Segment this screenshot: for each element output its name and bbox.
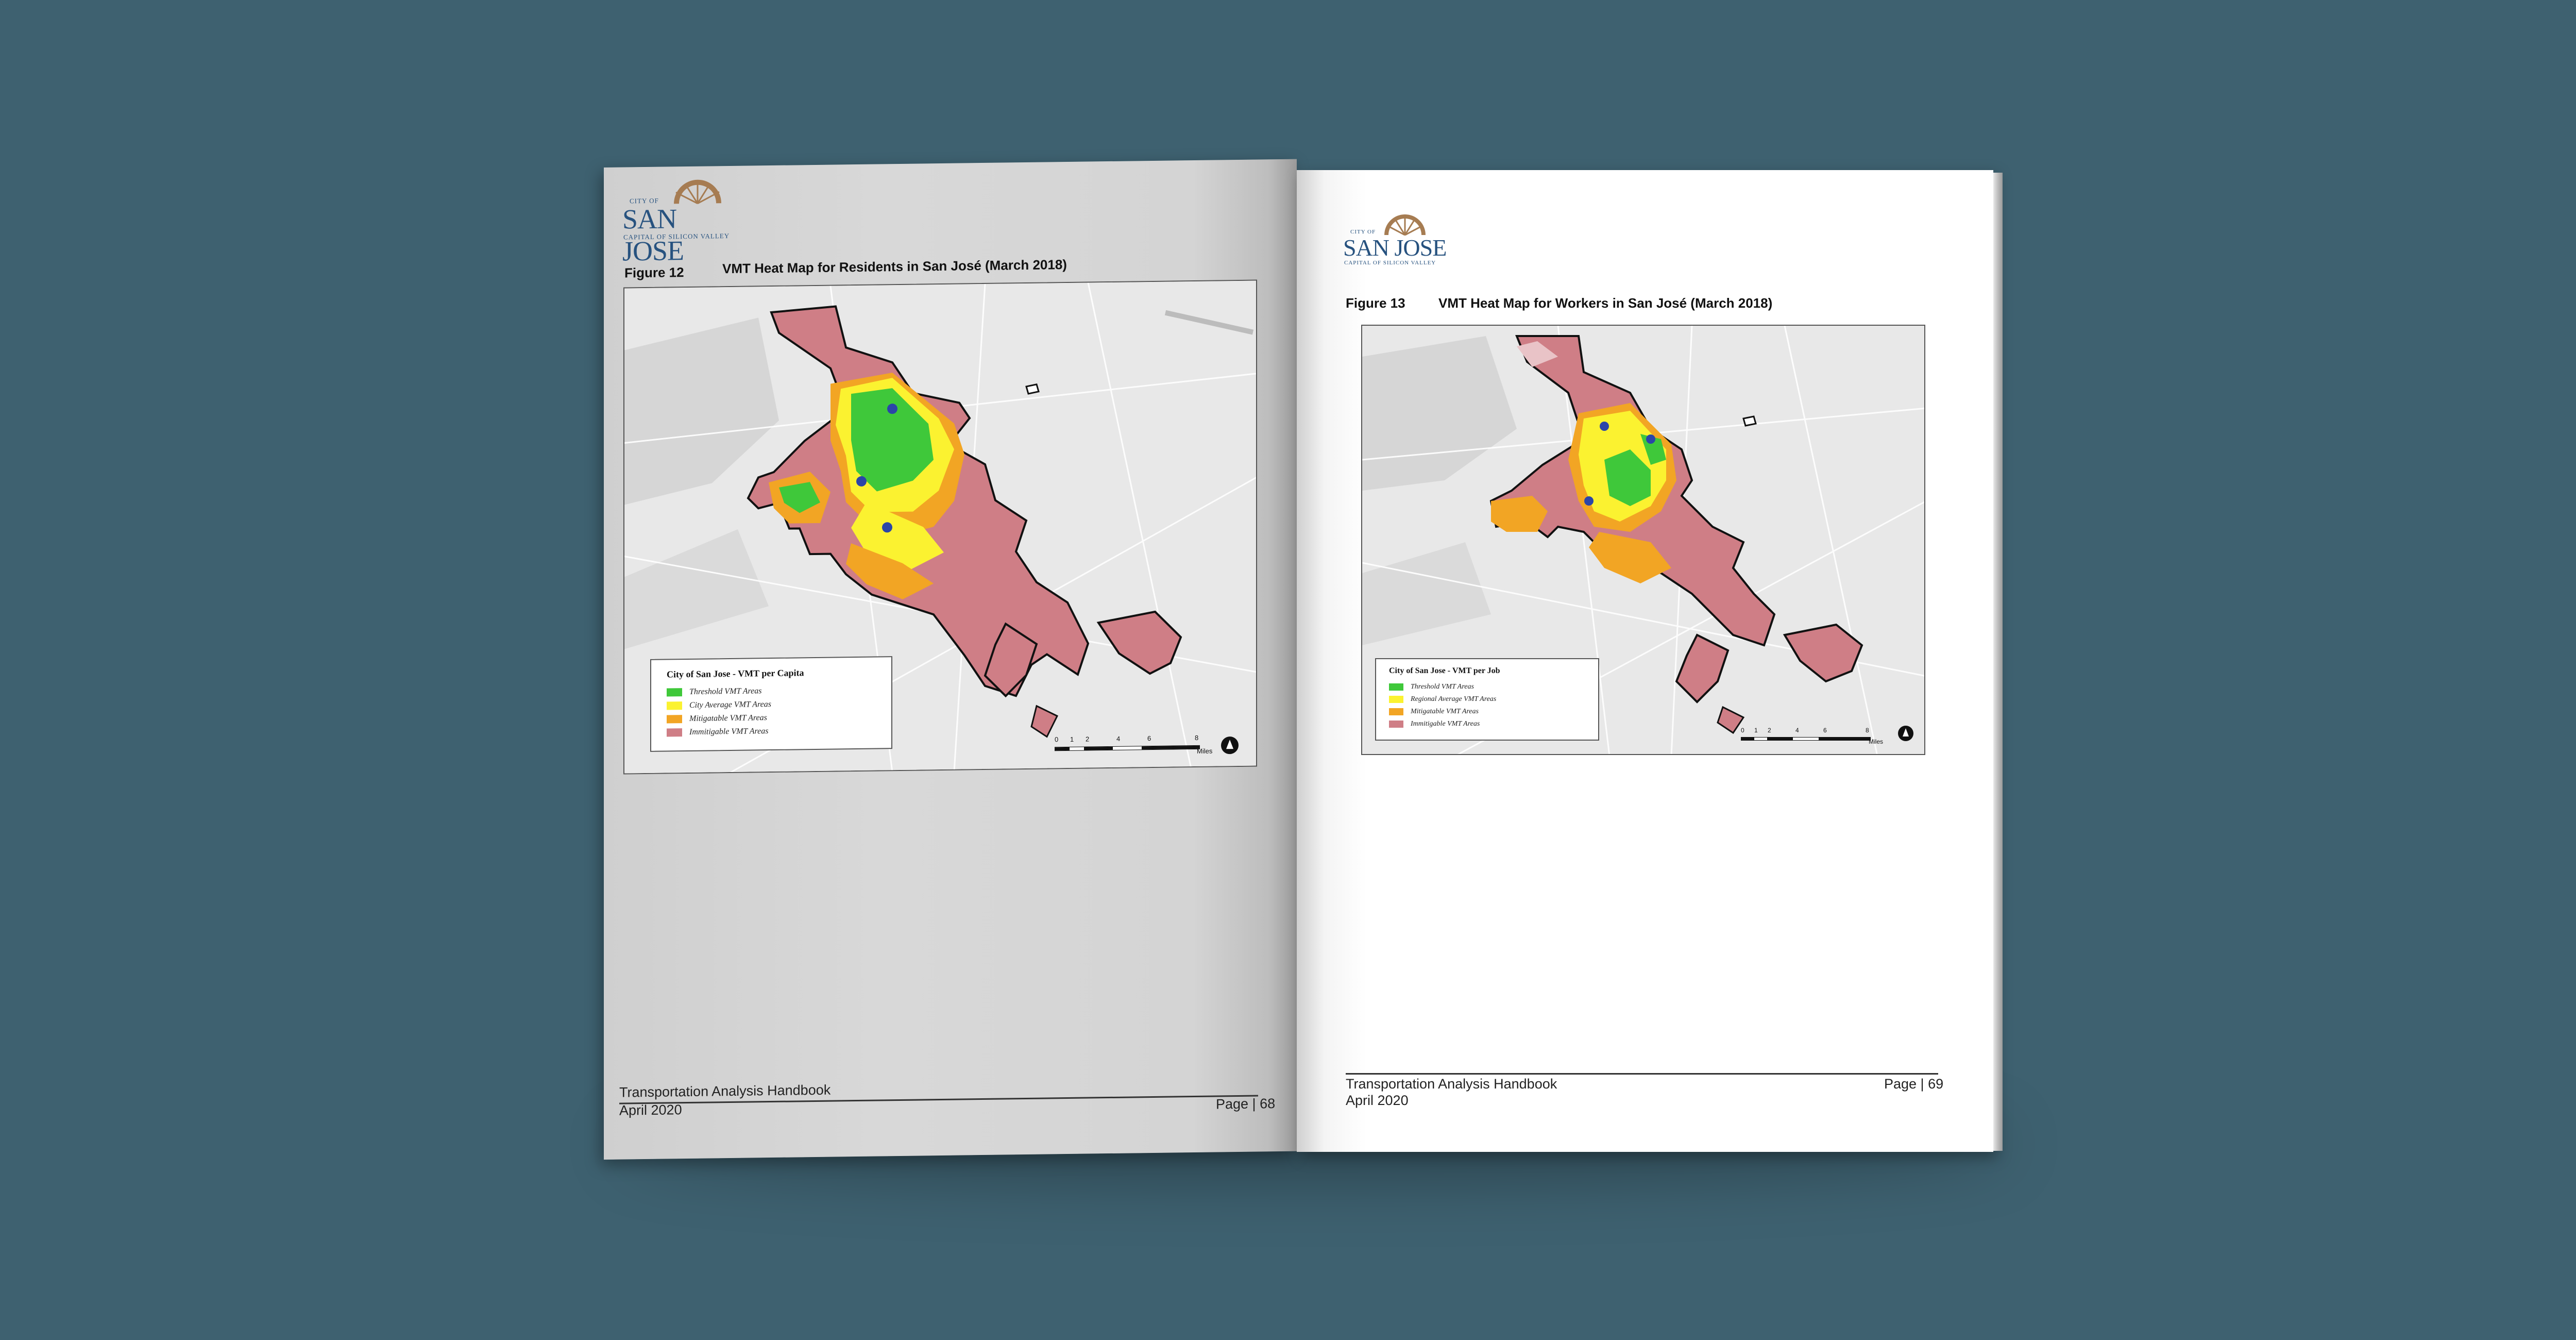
legend-item-mitigatable: Mitigatable VMT Areas bbox=[667, 713, 767, 724]
map-legend: City of San Jose - VMT per Job Threshold… bbox=[1375, 658, 1599, 741]
figure-label: Figure 12 bbox=[624, 264, 684, 281]
logo-tagline: CAPITAL OF SILICON VALLEY bbox=[623, 232, 730, 241]
footer-page-number: Page | 68 bbox=[1216, 1096, 1276, 1112]
footer-title: Transportation Analysis Handbook bbox=[619, 1082, 831, 1100]
legend-title: City of San Jose - VMT per Job bbox=[1389, 666, 1500, 675]
swatch-threshold-icon bbox=[1389, 683, 1403, 691]
legend-item-immitigable: Immitigable VMT Areas bbox=[1389, 720, 1480, 728]
north-arrow-icon bbox=[1898, 726, 1913, 741]
vmt-heat-map-workers: City of San Jose - VMT per Job Threshold… bbox=[1361, 325, 1925, 755]
swatch-immitigable-icon bbox=[667, 728, 682, 737]
figure-label: Figure 13 bbox=[1346, 295, 1405, 311]
legend-item-immitigable: Immitigable VMT Areas bbox=[667, 727, 768, 737]
swatch-mitigatable-icon bbox=[1389, 708, 1403, 715]
right-page: CITY OF SAN JOSE CAPITAL OF SILICON VALL… bbox=[1297, 170, 1993, 1152]
footer-title: Transportation Analysis Handbook bbox=[1346, 1076, 1557, 1092]
legend-item-mitigatable: Mitigatable VMT Areas bbox=[1389, 708, 1479, 716]
footer-page-number: Page | 69 bbox=[1884, 1076, 1944, 1092]
left-page: CITY OF SAN JOSE CAPITAL OF SILICON VALL… bbox=[604, 159, 1297, 1160]
logo-name: SAN JOSE bbox=[1343, 234, 1447, 261]
footer-date: April 2020 bbox=[619, 1102, 682, 1118]
map-legend: City of San Jose - VMT per Capita Thresh… bbox=[650, 656, 892, 752]
footer-date: April 2020 bbox=[1346, 1093, 1409, 1108]
san-jose-logo: CITY OF SAN JOSE CAPITAL OF SILICON VALL… bbox=[622, 176, 741, 267]
legend-item-average: City Average VMT Areas bbox=[667, 700, 771, 710]
san-jose-logo: CITY OF SAN JOSE CAPITAL OF SILICON VALL… bbox=[1343, 211, 1462, 278]
page-stack-edge bbox=[1993, 173, 2003, 1151]
footer-rule bbox=[1346, 1073, 1938, 1075]
vmt-heat-map-residents: City of San Jose - VMT per Capita Thresh… bbox=[623, 279, 1257, 775]
swatch-mitigatable-icon bbox=[667, 715, 682, 724]
legend-item-threshold: Threshold VMT Areas bbox=[667, 686, 761, 697]
figure-title: VMT Heat Map for Workers in San José (Ma… bbox=[1438, 295, 1773, 311]
scale-bar: 0 1 2 4 6 8 Miles bbox=[1741, 727, 1884, 745]
swatch-average-icon bbox=[667, 701, 682, 710]
logo-tagline: CAPITAL OF SILICON VALLEY bbox=[1344, 260, 1436, 266]
scale-bar: 0 1 2 4 6 8 Miles bbox=[1055, 733, 1213, 755]
swatch-immitigable-icon bbox=[1389, 720, 1403, 728]
swatch-average-icon bbox=[1389, 695, 1403, 703]
figure-title: VMT Heat Map for Residents in San José (… bbox=[722, 257, 1067, 277]
legend-item-average: Regional Average VMT Areas bbox=[1389, 695, 1496, 703]
swatch-threshold-icon bbox=[667, 688, 682, 697]
legend-item-threshold: Threshold VMT Areas bbox=[1389, 683, 1474, 691]
legend-title: City of San Jose - VMT per Capita bbox=[667, 667, 804, 680]
